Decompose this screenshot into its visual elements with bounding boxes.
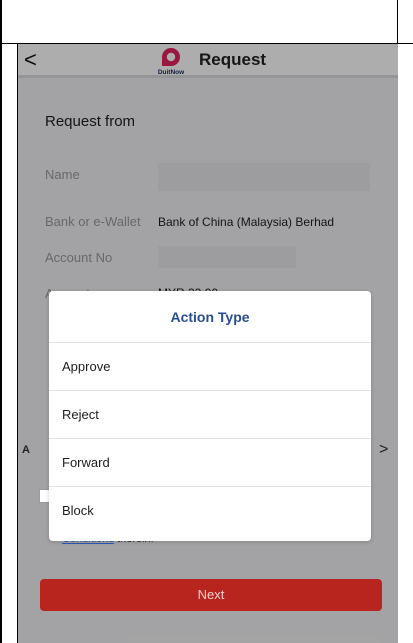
frame-border xyxy=(397,0,398,44)
chevron-right-icon: > xyxy=(379,441,389,458)
frame-border xyxy=(0,0,2,643)
option-reject[interactable]: Reject xyxy=(49,391,371,439)
action-type-dialog: Action Type Approve Reject Forward Block xyxy=(49,291,371,541)
phone-screen: < DuitNow Request Request from Name Bank… xyxy=(18,44,398,643)
partial-row-letter: A xyxy=(22,444,30,456)
next-button[interactable]: Next xyxy=(40,579,382,611)
option-block[interactable]: Block xyxy=(49,487,371,535)
option-forward[interactable]: Forward xyxy=(49,439,371,487)
dialog-title: Action Type xyxy=(49,291,371,343)
option-approve[interactable]: Approve xyxy=(49,343,371,391)
